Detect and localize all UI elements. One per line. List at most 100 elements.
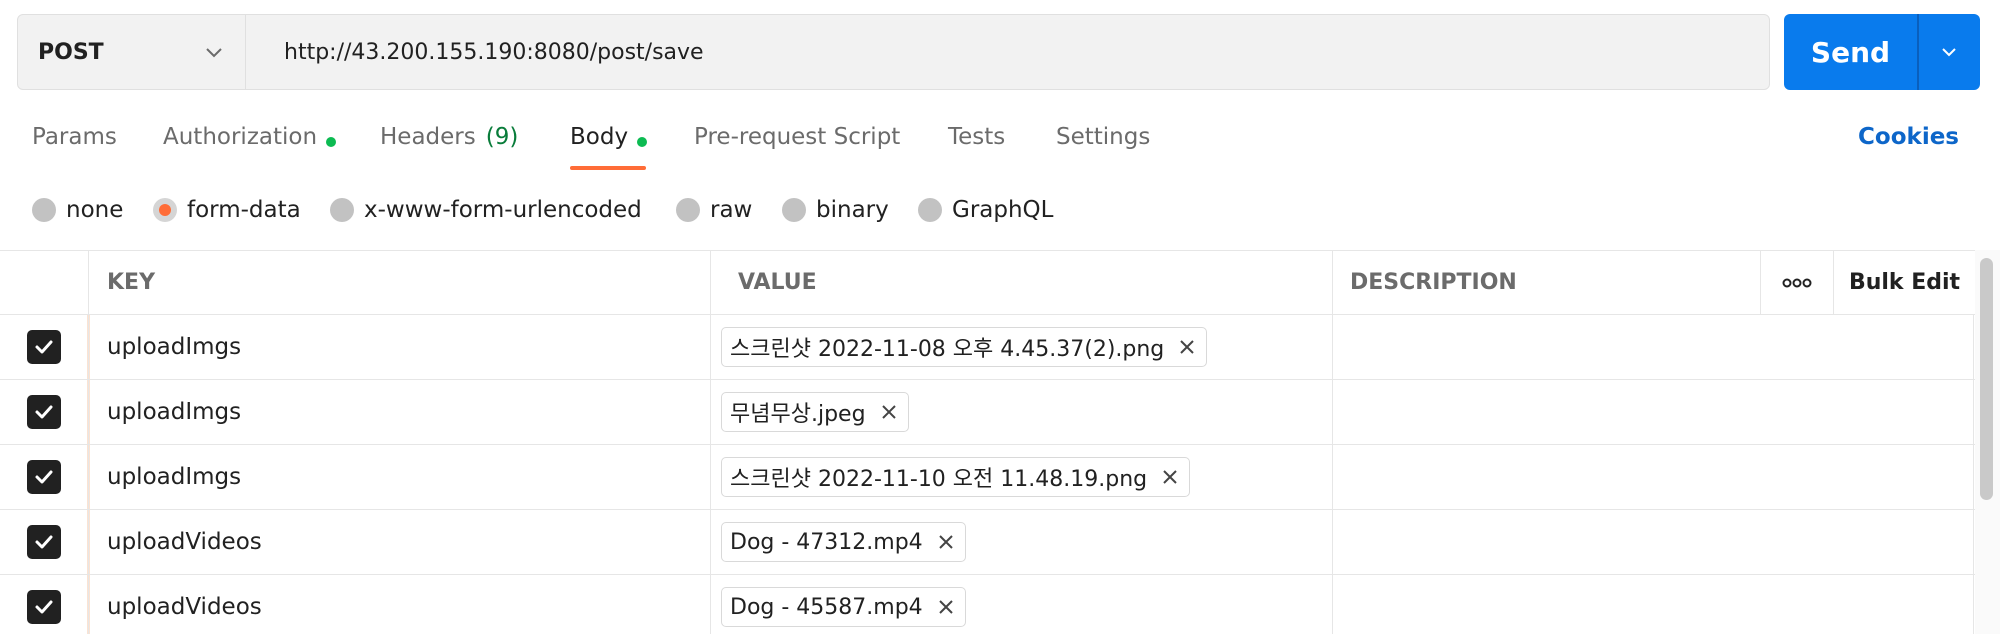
file-name: 스크린샷 2022-11-10 오전 11.48.19.png xyxy=(730,467,1148,492)
value-cell[interactable]: 무념무상.jpeg xyxy=(711,380,1333,444)
radio-circle-selected xyxy=(153,198,177,222)
tab-label: Authorization xyxy=(163,124,318,150)
radio-graphql[interactable]: GraphQL xyxy=(918,190,1053,230)
bulk-edit-button[interactable]: Bulk Edit xyxy=(1834,251,1975,314)
send-button-group: Send xyxy=(1784,14,1980,90)
close-icon xyxy=(938,535,953,549)
status-dot xyxy=(637,137,648,147)
bulk-edit-label: Bulk Edit xyxy=(1848,270,1961,295)
chevron-down-icon xyxy=(1942,48,1956,57)
tab-label: Pre-request Script xyxy=(694,124,901,150)
checkmark-icon xyxy=(35,405,53,419)
radio-x-www-form-urlencoded[interactable]: x-www-form-urlencoded xyxy=(330,190,642,230)
method-select[interactable]: POST xyxy=(18,15,246,89)
value-cell[interactable]: Dog - 45587.mp4 xyxy=(711,575,1333,634)
header-description-label: DESCRIPTION xyxy=(1350,270,1517,295)
header-key: KEY xyxy=(89,251,711,314)
checkmark-icon xyxy=(35,470,53,484)
radio-binary[interactable]: binary xyxy=(782,190,889,230)
file-name: Dog - 47312.mp4 xyxy=(730,529,923,555)
headers-count: (9) xyxy=(485,124,519,150)
radio-circle xyxy=(782,198,806,222)
active-tab-indicator xyxy=(570,166,646,170)
description-cell[interactable] xyxy=(1333,445,1974,509)
header-checkbox-cell xyxy=(0,251,89,314)
close-icon xyxy=(881,405,896,419)
table-row: uploadVideos Dog - 45587.mp4 xyxy=(0,575,1975,634)
file-name: Dog - 45587.mp4 xyxy=(730,594,923,620)
table-row: uploadImgs 스크린샷 2022-11-10 오전 11.48.19.p… xyxy=(0,445,1975,510)
value-cell[interactable]: Dog - 47312.mp4 xyxy=(711,510,1333,574)
tab-params[interactable]: Params xyxy=(32,118,117,174)
more-options-button[interactable] xyxy=(1761,251,1834,314)
row-checkbox-cell xyxy=(0,510,89,574)
form-data-table: KEY VALUE DESCRIPTION Bulk Edit uploadIm… xyxy=(0,250,1975,634)
row-checkbox[interactable] xyxy=(27,525,61,559)
radio-circle xyxy=(330,198,354,222)
remove-file-button[interactable] xyxy=(880,403,898,421)
key-text: uploadImgs xyxy=(107,464,242,490)
value-cell[interactable]: 스크린샷 2022-11-08 오후 4.45.37(2).png xyxy=(711,315,1333,379)
description-cell[interactable] xyxy=(1333,380,1974,444)
file-chip: Dog - 45587.mp4 xyxy=(721,587,966,627)
value-cell[interactable]: 스크린샷 2022-11-10 오전 11.48.19.png xyxy=(711,445,1333,509)
row-checkbox[interactable] xyxy=(27,460,61,494)
radio-circle xyxy=(918,198,942,222)
tab-label: Params xyxy=(32,124,117,150)
file-chip: 무념무상.jpeg xyxy=(721,392,909,432)
checkmark-icon xyxy=(35,535,53,549)
key-cell[interactable]: uploadImgs xyxy=(89,380,711,444)
radio-label: form-data xyxy=(187,197,301,223)
radio-none[interactable]: none xyxy=(32,190,123,230)
key-cell[interactable]: uploadVideos xyxy=(89,575,711,634)
tab-label: Headers xyxy=(380,124,476,150)
remove-file-button[interactable] xyxy=(937,598,955,616)
row-checkbox[interactable] xyxy=(27,330,61,364)
radio-label: raw xyxy=(710,197,753,223)
key-cell[interactable]: uploadImgs xyxy=(89,315,711,379)
tab-headers[interactable]: Headers (9) xyxy=(380,118,518,174)
file-chip: 스크린샷 2022-11-08 오후 4.45.37(2).png xyxy=(721,327,1208,367)
file-name: 스크린샷 2022-11-08 오후 4.45.37(2).png xyxy=(730,337,1165,362)
tab-settings[interactable]: Settings xyxy=(1056,118,1150,174)
tab-tests[interactable]: Tests xyxy=(948,118,1005,174)
status-dot xyxy=(326,137,337,147)
radio-form-data[interactable]: form-data xyxy=(153,190,301,230)
checkmark-icon xyxy=(35,340,53,354)
url-input[interactable] xyxy=(246,15,1769,89)
remove-file-button[interactable] xyxy=(1161,468,1179,486)
close-icon xyxy=(1180,340,1194,354)
row-checkbox-cell xyxy=(0,380,89,444)
key-text: uploadImgs xyxy=(107,334,242,360)
row-checkbox-cell xyxy=(0,575,89,634)
description-cell[interactable] xyxy=(1333,575,1974,634)
remove-file-button[interactable] xyxy=(1178,338,1196,356)
key-text: uploadImgs xyxy=(107,399,242,425)
key-cell[interactable]: uploadVideos xyxy=(89,510,711,574)
scrollbar-thumb[interactable] xyxy=(1980,258,1993,500)
checkmark-icon xyxy=(35,600,53,614)
header-value-label: VALUE xyxy=(738,270,817,295)
header-key-label: KEY xyxy=(107,270,156,295)
file-chip: Dog - 47312.mp4 xyxy=(721,522,966,562)
remove-file-button[interactable] xyxy=(937,533,955,551)
radio-circle xyxy=(32,198,56,222)
radio-label: binary xyxy=(816,197,889,223)
tab-pre-request-script[interactable]: Pre-request Script xyxy=(694,118,900,174)
cookies-link[interactable]: Cookies xyxy=(1858,124,1959,150)
header-description: DESCRIPTION xyxy=(1333,251,1761,314)
file-name: 무념무상.jpeg xyxy=(730,402,866,427)
send-options-button[interactable] xyxy=(1919,14,1981,90)
radio-raw[interactable]: raw xyxy=(676,190,752,230)
description-cell[interactable] xyxy=(1333,315,1974,379)
row-checkbox[interactable] xyxy=(27,590,61,624)
send-button[interactable]: Send xyxy=(1784,14,1917,90)
row-checkbox[interactable] xyxy=(27,395,61,429)
tab-authorization[interactable]: Authorization xyxy=(163,118,337,174)
more-horizontal-icon xyxy=(1782,278,1812,287)
key-cell[interactable]: uploadImgs xyxy=(89,445,711,509)
key-text: uploadVideos xyxy=(107,594,262,620)
description-cell[interactable] xyxy=(1333,510,1974,574)
tab-label: Settings xyxy=(1056,124,1151,150)
table-header-row: KEY VALUE DESCRIPTION Bulk Edit xyxy=(0,250,1975,315)
